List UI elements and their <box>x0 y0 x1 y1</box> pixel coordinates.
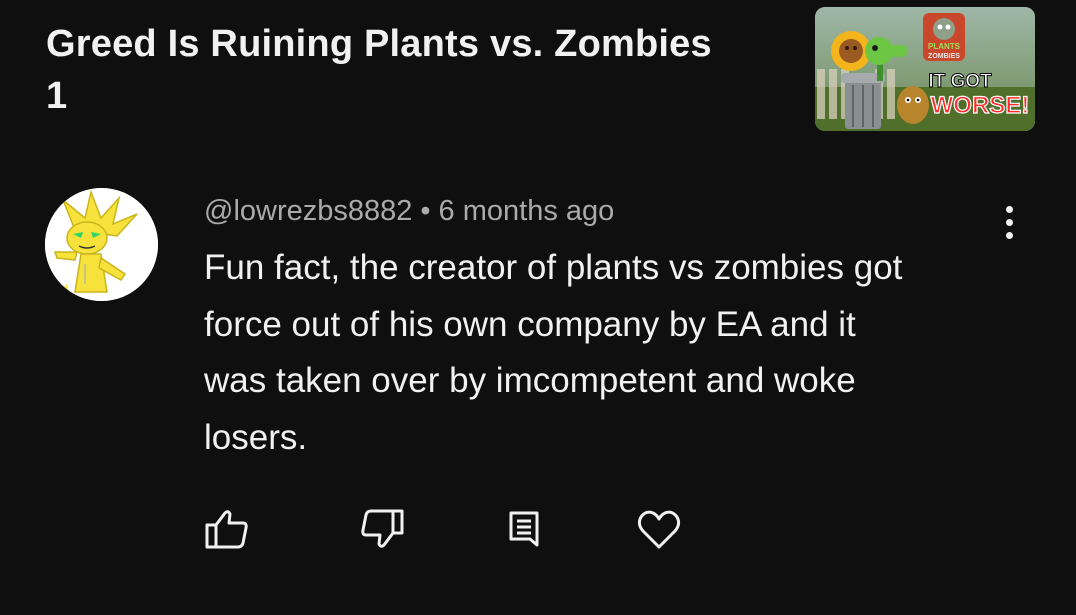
thumbnail-logo-text-2: ZOMBIES <box>928 53 960 60</box>
reply-button[interactable] <box>500 505 548 553</box>
video-title[interactable]: Greed Is Ruining Plants vs. Zombies 1 <box>46 18 786 122</box>
thumbnail-logo-text-1: PLANTS <box>928 42 961 51</box>
comment-text-line: losers. <box>204 417 308 457</box>
video-title-line-1: Greed Is Ruining Plants vs. Zombies <box>46 23 712 65</box>
more-vert-icon-dot-3 <box>1005 231 1013 239</box>
thumbs-down-icon <box>361 509 404 548</box>
meta-separator: • <box>420 195 431 227</box>
heart-icon <box>637 510 681 549</box>
comment-author[interactable]: @lowrezbs8882 <box>204 195 412 227</box>
thumbnail-caption-2: WORSE! <box>931 92 1030 119</box>
more-vert-icon-dot-2 <box>1005 218 1013 226</box>
thumbs-up-icon <box>205 510 248 549</box>
comment-text-line: was taken over by imcompetent and woke <box>204 361 856 400</box>
dislike-button[interactable] <box>358 505 406 553</box>
more-options-button[interactable] <box>994 200 1024 244</box>
comment-meta: @lowrezbs8882 • 6 months ago <box>204 192 614 230</box>
more-vert-icon <box>1005 205 1013 213</box>
like-button[interactable] <box>203 505 251 553</box>
commenter-avatar[interactable] <box>45 188 158 301</box>
video-title-line-2: 1 <box>46 75 68 117</box>
heart-button[interactable] <box>635 505 683 553</box>
video-thumbnail[interactable]: PLANTS ZOMBIES IT GOT WORSE! <box>815 7 1035 131</box>
reply-icon <box>509 511 539 547</box>
comment-text: Fun fact, the creator of plants vs zombi… <box>204 240 1004 466</box>
comment-text-line: Fun fact, the creator of plants vs zombi… <box>204 248 903 287</box>
comment-time: 6 months ago <box>438 195 615 227</box>
comment-text-line: force out of his own company by EA and i… <box>204 304 856 344</box>
thumbnail-caption-1: IT GOT <box>928 71 992 92</box>
